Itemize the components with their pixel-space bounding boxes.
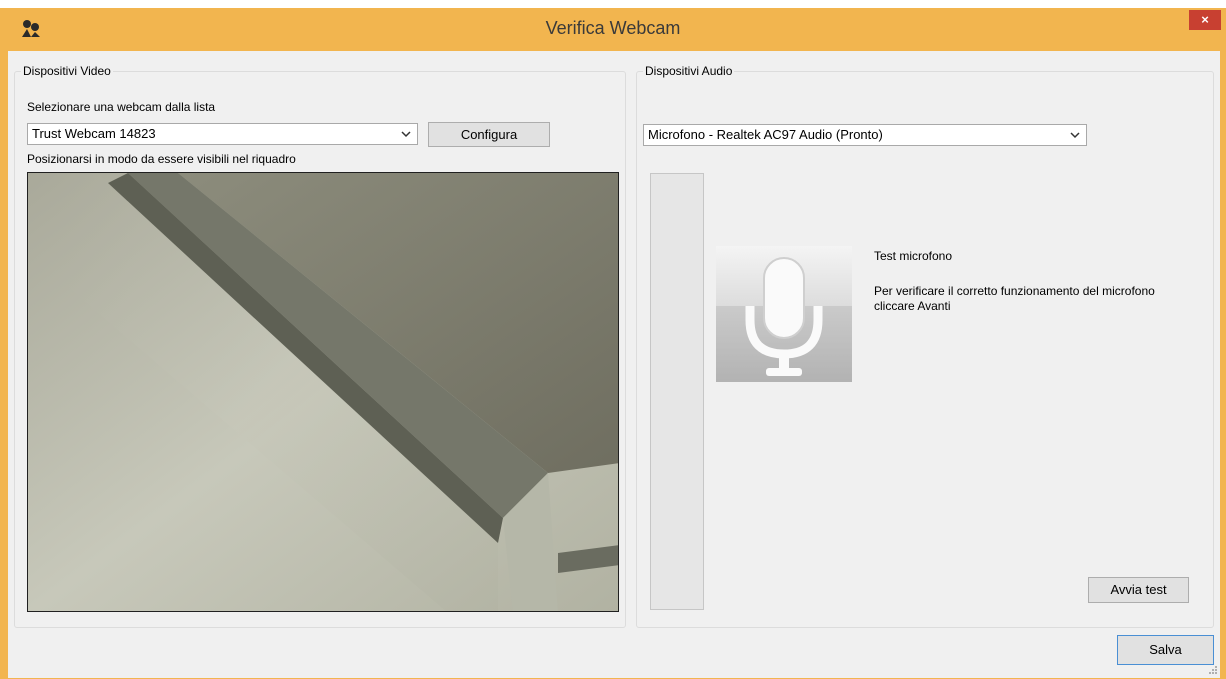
start-test-button[interactable]: Avvia test — [1088, 577, 1189, 603]
client-area: Dispositivi Video Selezionare una webcam… — [8, 51, 1220, 678]
position-hint: Posizionarsi in modo da essere visibili … — [27, 152, 296, 166]
audio-level-meter — [650, 173, 704, 610]
webcam-preview — [27, 172, 619, 612]
close-button[interactable]: × — [1189, 10, 1221, 30]
chevron-down-icon — [401, 131, 411, 138]
audio-group-label: Dispositivi Audio — [643, 64, 735, 78]
audio-devices-group: Dispositivi Audio Microfono - Realtek AC… — [636, 64, 1214, 628]
close-icon: × — [1201, 12, 1209, 27]
window-title: Verifica Webcam — [545, 18, 681, 38]
save-button[interactable]: Salva — [1117, 635, 1214, 665]
configure-button[interactable]: Configura — [428, 122, 550, 147]
webcam-frame-image — [28, 173, 618, 611]
audio-device-select[interactable]: Microfono - Realtek AC97 Audio (Pronto) — [643, 124, 1087, 146]
mic-test-description: Per verificare il corretto funzionamento… — [874, 284, 1155, 313]
start-test-button-label: Avvia test — [1110, 582, 1167, 597]
video-group-label: Dispositivi Video — [21, 64, 113, 78]
configure-button-label: Configura — [460, 127, 518, 142]
camera-select[interactable]: Trust Webcam 14823 — [27, 123, 418, 145]
microphone-icon — [716, 246, 852, 382]
audio-device-select-value: Microfono - Realtek AC97 Audio (Pronto) — [648, 127, 883, 142]
video-devices-group: Dispositivi Video Selezionare una webcam… — [14, 64, 626, 628]
camera-select-prompt: Selezionare una webcam dalla lista — [27, 100, 216, 114]
mic-test-title: Test microfono — [874, 249, 953, 263]
save-button-label: Salva — [1149, 642, 1182, 657]
title-bar[interactable]: Verifica Webcam × — [0, 8, 1226, 48]
chevron-down-icon — [1070, 132, 1080, 139]
camera-select-value: Trust Webcam 14823 — [32, 126, 156, 141]
webcam-check-window: Verifica Webcam × Dispositivi Video Sele… — [0, 8, 1226, 679]
resize-grip-icon[interactable] — [1206, 663, 1218, 675]
